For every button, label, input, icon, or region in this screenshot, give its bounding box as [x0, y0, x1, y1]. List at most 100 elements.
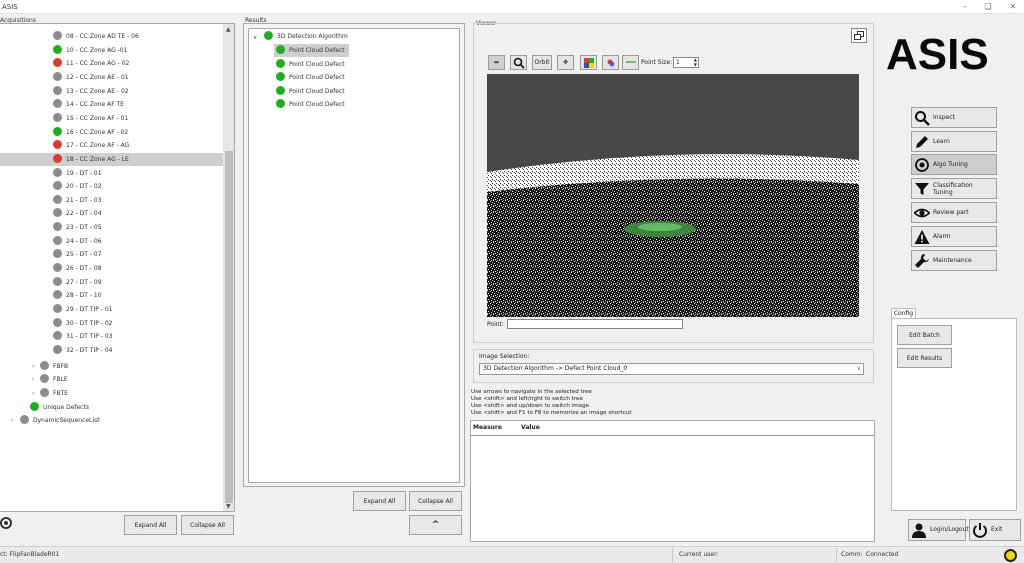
acquisitions-tree[interactable]: 08 - CC Zone AD TE - 06 10 - CC Zone AG -… [0, 23, 235, 512]
acquisition-item[interactable]: 13 - CC Zone AE - 02 [0, 85, 223, 98]
nav-algo-tuning-button[interactable]: Algo Tuning [911, 154, 997, 175]
select-tool-icon[interactable]: ➦ [488, 55, 505, 70]
status-dot [40, 387, 49, 397]
chevron-down-icon[interactable]: ∨ [253, 34, 257, 41]
results-expand-all-button[interactable]: Expand All [353, 491, 406, 511]
close-icon[interactable]: ✕ [1006, 2, 1020, 12]
acquisition-item[interactable]: 22 - DT - 04 [0, 207, 223, 220]
acquisition-item[interactable]: 31 - DT TIP - 03 [0, 330, 223, 343]
scroll-up-icon[interactable]: ▲ [226, 26, 231, 33]
status-dot [53, 235, 62, 245]
point-size-label: Point Size: [641, 59, 673, 66]
nav-alarm-button[interactable]: Alarm [911, 226, 997, 247]
acquisition-item[interactable]: 12 - CC Zone AE - 01 [0, 71, 223, 84]
chevron-right-icon[interactable]: › [32, 376, 34, 383]
zoom-tool-icon[interactable] [510, 55, 527, 70]
result-item[interactable]: Point Cloud Defect [274, 71, 349, 84]
stepper-arrows-icon[interactable]: ▲ ▼ [694, 57, 697, 67]
nav-learn-button[interactable]: Learn [911, 131, 997, 152]
orbit-tool-button[interactable]: Orbit [532, 55, 552, 70]
nav-maintenance-button[interactable]: Maintenance [911, 250, 997, 271]
acquisitions-expand-all-button[interactable]: Expand All [124, 515, 177, 535]
edit-results-button[interactable]: Edit Results [897, 348, 952, 368]
result-item[interactable]: Point Cloud Defect [274, 44, 349, 57]
status-dot [53, 85, 62, 95]
acquisition-item[interactable]: 08 - CC Zone AD TE - 06 [0, 30, 223, 43]
acquisition-item[interactable]: 32 - DT TIP - 04 [0, 344, 223, 357]
scroll-up-button[interactable]: ^ [409, 515, 462, 535]
chevron-right-icon[interactable]: › [32, 363, 34, 370]
palette-icon[interactable] [602, 55, 619, 70]
acquisition-group[interactable]: FBFB [40, 360, 68, 373]
point-cloud-viewport[interactable] [487, 74, 859, 317]
acquisition-item[interactable]: 16 - CC Zone AF - 02 [0, 126, 223, 139]
results-root-item[interactable]: 3D Detection Algorithm [264, 30, 348, 43]
acquisition-item[interactable]: 21 - DT - 03 [0, 194, 223, 207]
acquisition-item[interactable]: 15 - CC Zone AF - 01 [0, 112, 223, 125]
result-item[interactable]: Point Cloud Defect [274, 85, 349, 98]
acquisition-item[interactable]: 29 - DT TIP - 01 [0, 303, 223, 316]
results-collapse-all-button[interactable]: Collapse All [409, 491, 462, 511]
minimize-icon[interactable]: – [958, 2, 972, 12]
color-map-icon[interactable] [580, 55, 597, 70]
status-dot [53, 140, 62, 150]
pan-tool-icon[interactable]: ✥ [557, 55, 574, 70]
acquisition-group[interactable]: FBLE [40, 373, 68, 386]
asis-logo: ASIS [886, 30, 989, 79]
reset-view-icon[interactable] [622, 55, 639, 70]
acquisition-item[interactable]: 20 - DT - 02 [0, 180, 223, 193]
acquisition-item[interactable]: 19 - DT - 01 [0, 167, 223, 180]
acquisition-item[interactable]: 26 - DT - 08 [0, 262, 223, 275]
point-field[interactable] [507, 319, 683, 329]
status-dot [276, 85, 285, 95]
nav-classification-tuning-button[interactable]: Classification Tuning [911, 178, 997, 199]
edit-batch-button[interactable]: Edit Batch [897, 325, 952, 345]
status-dot [276, 58, 285, 68]
acquisition-item[interactable]: 17 - CC Zone AF - AG [0, 139, 223, 152]
nav-inspect-button[interactable]: Inspect [911, 107, 997, 128]
status-dot [53, 153, 62, 163]
acquisition-item[interactable]: 14 - CC Zone AF TE [0, 98, 223, 111]
detach-window-icon[interactable] [851, 28, 867, 43]
results-tree[interactable]: ∨ 3D Detection Algorithm Point Cloud Def… [248, 28, 460, 483]
restore-icon[interactable]: ❑ [981, 2, 995, 12]
chevron-right-icon[interactable]: › [11, 417, 13, 424]
dynamic-sequence-item[interactable]: DynamicSequenceList [20, 414, 100, 427]
exit-button[interactable]: Exit [969, 519, 1021, 541]
acquisition-item[interactable]: 18 - CC Zone AG - LE [0, 152, 223, 166]
unique-defects-item[interactable]: Unique Defects [30, 401, 89, 414]
acquisition-item[interactable]: 23 - DT - 05 [0, 221, 223, 234]
acquisition-item[interactable]: 10 - CC Zone AG -01 [0, 44, 223, 57]
acquisition-item[interactable]: 27 - DT - 09 [0, 276, 223, 289]
status-dot [276, 99, 285, 109]
nav-review-part-button[interactable]: Review part [911, 202, 997, 223]
acquisition-item[interactable]: 11 - CC Zone AG - 02 [0, 57, 223, 70]
acquisitions-collapse-all-button[interactable]: Collapse All [181, 515, 234, 535]
status-dot [40, 374, 49, 384]
result-item[interactable]: Point Cloud Defect [274, 98, 349, 111]
status-dot [53, 71, 62, 81]
point-size-stepper[interactable]: 1 ▲ ▼ [673, 57, 699, 68]
status-indicator-icon [1004, 549, 1017, 562]
target-icon[interactable] [0, 517, 12, 529]
acquisition-item[interactable]: 24 - DT - 06 [0, 235, 223, 248]
status-dot [276, 72, 285, 82]
scrollbar-thumb[interactable] [225, 151, 233, 503]
magnifier-icon [915, 111, 930, 126]
acquisition-item[interactable]: 30 - DT TIP - 02 [0, 317, 223, 330]
status-dot [53, 331, 62, 341]
image-selection-dropdown[interactable]: 3D Detection Algorithm -> Defect Point C… [479, 363, 864, 375]
current-user-label: Current user: [679, 551, 719, 558]
acquisition-group[interactable]: FBTE [40, 387, 68, 400]
status-dot [53, 31, 62, 40]
acquisition-item[interactable]: 28 - DT - 10 [0, 289, 223, 302]
acquisitions-scrollbar[interactable]: ▲ ▼ [223, 24, 234, 511]
chevron-right-icon[interactable]: › [32, 390, 34, 397]
login-logout-button[interactable]: Login/Logout [908, 519, 969, 541]
status-dot [30, 401, 39, 411]
result-item[interactable]: Point Cloud Defect [274, 58, 349, 71]
acquisition-item[interactable]: 25 - DT - 07 [0, 248, 223, 261]
scroll-down-icon[interactable]: ▼ [226, 503, 231, 510]
results-box: ∨ 3D Detection Algorithm Point Cloud Def… [243, 23, 465, 487]
title-bar: ASIS – ❑ ✕ [0, 0, 1024, 14]
